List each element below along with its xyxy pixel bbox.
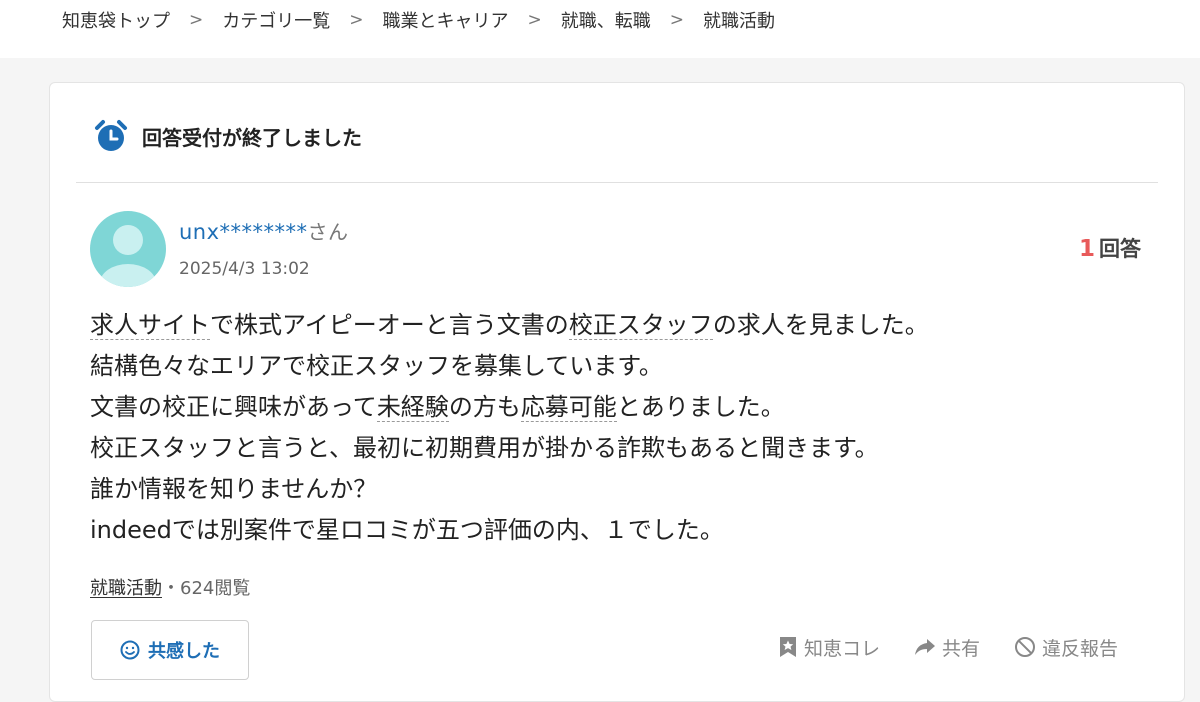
alarm-clock-icon xyxy=(95,120,127,151)
honorific: さん xyxy=(307,220,349,244)
empathy-button[interactable]: 共感した xyxy=(91,620,249,680)
breadcrumb-separator: > xyxy=(349,10,364,30)
chiekore-button[interactable]: 知恵コレ xyxy=(778,634,880,661)
prohibited-icon xyxy=(1015,637,1036,657)
breadcrumb-item-career[interactable]: 職業とキャリア xyxy=(383,7,509,33)
question-body-line: 校正スタッフと言うと、最初に初期費用が掛かる詐欺もあると聞きます。 xyxy=(90,434,879,462)
default-user-icon xyxy=(90,211,166,287)
question-body: 求人サイトで株式アイピーオーと言う文書の校正スタッフの求人を見ました。 結構色々… xyxy=(90,305,1150,551)
question-body-line: 結構色々なエリアで校正スタッフを募集しています。 xyxy=(90,352,663,380)
report-button[interactable]: 違反報告 xyxy=(1014,634,1118,661)
category-tag-link[interactable]: 就職活動 xyxy=(90,578,162,599)
breadcrumb-separator: > xyxy=(527,10,542,30)
body-text: の方も xyxy=(448,393,521,421)
report-label: 違反報告 xyxy=(1042,637,1119,660)
body-text: の求人を見ました。 xyxy=(712,311,929,339)
keyword-link[interactable]: 校正スタッフ xyxy=(568,311,713,340)
breadcrumb-separator: > xyxy=(189,10,204,30)
question-card: 回答受付が終了しました unx********さん 2025/4/3 13:02… xyxy=(49,82,1185,702)
keyword-link[interactable]: 求人サイト xyxy=(90,311,210,340)
breadcrumb-item-top[interactable]: 知恵袋トップ xyxy=(62,7,170,33)
avatar[interactable] xyxy=(90,211,166,287)
action-links: 知恵コレ 共有 違反報告 xyxy=(778,633,1118,661)
smile-icon xyxy=(120,640,140,660)
username[interactable]: unx********さん xyxy=(179,216,349,245)
top-bar: 知恵袋トップ > カテゴリ一覧 > 職業とキャリア > 就職、転職 > 就職活動 xyxy=(0,0,1200,58)
chiekore-label: 知恵コレ xyxy=(804,637,881,660)
breadcrumb-item-job-hunting[interactable]: 就職活動 xyxy=(703,7,775,33)
username-text[interactable]: unx******** xyxy=(179,220,308,244)
question-body-line: 誰か情報を知りませんか？ xyxy=(90,475,378,503)
body-text: 文書の校正に興味があって xyxy=(90,393,377,421)
breadcrumb: 知恵袋トップ > カテゴリ一覧 > 職業とキャリア > 就職、転職 > 就職活動 xyxy=(62,8,775,32)
bookmark-star-icon xyxy=(780,637,796,657)
closed-status: 回答受付が終了しました xyxy=(94,119,362,153)
keyword-link[interactable]: 応募可能 xyxy=(520,393,617,422)
share-arrow-icon xyxy=(915,639,936,655)
share-label: 共有 xyxy=(942,637,981,660)
keyword-link[interactable]: 未経験 xyxy=(376,393,449,422)
question-body-line: indeedでは別案件で星ロコミが五つ評価の内、１でした。 xyxy=(90,516,724,544)
post-date: 2025/4/3 13:02 xyxy=(179,259,310,279)
question-body-line: 文書の校正に興味があって未経験の方も応募可能とありました。 xyxy=(90,387,1150,428)
body-text: とありました。 xyxy=(616,393,785,421)
body-text: で株式アイピーオーと言う文書の xyxy=(210,311,569,339)
answer-count[interactable]: 1 回答 xyxy=(1079,233,1141,263)
divider xyxy=(76,182,1158,183)
empathy-button-label: 共感した xyxy=(148,641,220,661)
question-meta: 就職活動・624閲覧 xyxy=(90,574,250,600)
breadcrumb-item-job-change[interactable]: 就職、転職 xyxy=(561,7,651,33)
share-button[interactable]: 共有 xyxy=(914,634,980,661)
breadcrumb-item-categories[interactable]: カテゴリ一覧 xyxy=(222,7,330,33)
question-body-line: 求人サイトで株式アイピーオーと言う文書の校正スタッフの求人を見ました。 xyxy=(90,305,1150,346)
view-count: ・624閲覧 xyxy=(162,578,251,599)
answer-count-label: 回答 xyxy=(1099,237,1141,261)
closed-status-text: 回答受付が終了しました xyxy=(142,125,362,150)
answer-count-number: 1 xyxy=(1078,236,1095,262)
breadcrumb-separator: > xyxy=(669,10,684,30)
